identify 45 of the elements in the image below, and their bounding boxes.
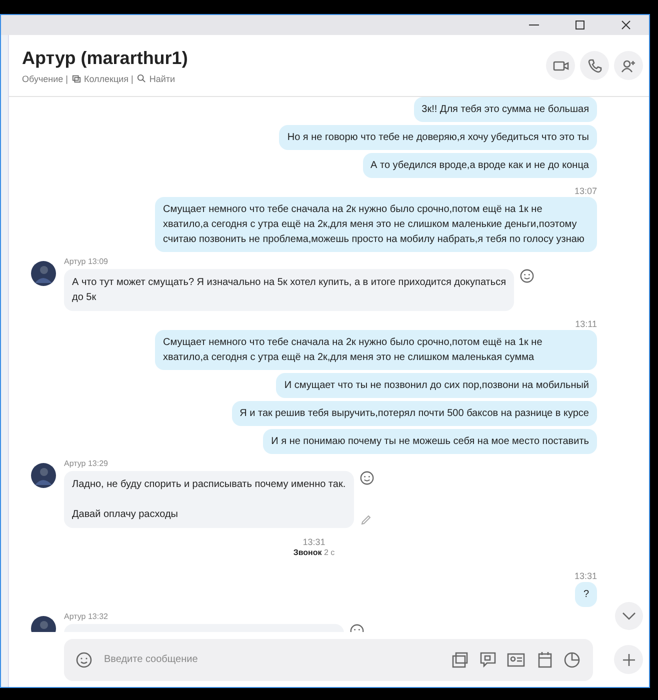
call-time: 13:31: [302, 537, 326, 547]
message-time: 13:31: [574, 571, 597, 581]
chevron-down-icon: [622, 612, 636, 620]
phone-icon: [588, 58, 602, 72]
sent-message: Смущает немного что тебе сначала на 2к нужно было срочно,потом ещё на 1к не хватило,а сегодня с утра ещё на 2к,для меня это не слишком маленькие деньги,поэтому считаю позвонить не проблема,можешь просто на мобилу набрать,я тебя по голосу узнаю: [155, 197, 597, 252]
message-time: 13:07: [574, 186, 597, 196]
add-contact-button[interactable]: [614, 51, 643, 80]
message-author: Артур 13:32: [64, 612, 108, 621]
message-author: Артур 13:29: [64, 459, 108, 468]
sent-message: Смущает немного что тебе сначала на 2к нужно было срочно,потом ещё на 1к не хватило,а сегодня с утра ещё на 2к,для меня это не слишком маленькая сумма: [155, 330, 597, 370]
video-camera-icon: [552, 60, 568, 72]
sent-message: ?: [575, 582, 597, 607]
sent-message: 3к!! Для тебя это сумма не большая: [414, 97, 597, 122]
sent-message: И я не понимаю почему ты не можешь себя на мое место поставить: [263, 429, 597, 454]
received-message: Ладно, не буду спорить и расписывать почему именно так. Давай оплачу расходы: [64, 471, 354, 528]
emoji-icon[interactable]: [76, 652, 92, 668]
message-author: Артур 13:09: [64, 257, 108, 266]
plus-icon: [622, 652, 636, 666]
poll-icon[interactable]: [563, 650, 581, 668]
header-link[interactable]: Найти: [137, 74, 176, 84]
sent-message: А то убедился вроде,а вроде как и не до конца: [362, 153, 597, 178]
gallery-icon[interactable]: [451, 650, 469, 668]
add-button[interactable]: [614, 645, 643, 674]
received-message: А что тут может смущать? Я изначально на 5к хотел купить, а в итоге приходится докупаться до 5к: [64, 269, 514, 311]
header-link[interactable]: Обучение |: [22, 74, 68, 84]
call-summary: Звонок 2 с: [293, 548, 335, 557]
emoji-reaction-icon[interactable]: [360, 471, 374, 485]
gallery-icon: [72, 74, 81, 83]
video-message-icon[interactable]: [479, 650, 497, 668]
sent-message: Но я не говорю что тебе не доверяю,я хочу убедиться что это ты: [279, 125, 597, 150]
message-input[interactable]: Введите сообщение: [102, 653, 441, 666]
avatar: [31, 463, 56, 488]
scroll-down-button[interactable]: [615, 602, 643, 630]
sent-message: Я и так решив тебя выручить,потерял почти 500 баксов на разнице в курсе: [232, 401, 597, 426]
avatar: [31, 261, 56, 286]
add-person-icon: [620, 58, 636, 72]
sent-message: И смущает что ты не позвонил до сих пор,позвони на мобильный: [276, 373, 597, 398]
video-call-button[interactable]: [546, 51, 575, 80]
call-button[interactable]: [580, 51, 609, 80]
header-link[interactable]: Коллекция |: [72, 74, 134, 84]
emoji-reaction-icon[interactable]: [520, 269, 534, 283]
contact-card-icon[interactable]: [507, 650, 525, 668]
chat-title: Артур (mararthur1): [22, 48, 188, 68]
search-icon: [137, 74, 146, 83]
message-time: 13:11: [575, 319, 597, 329]
